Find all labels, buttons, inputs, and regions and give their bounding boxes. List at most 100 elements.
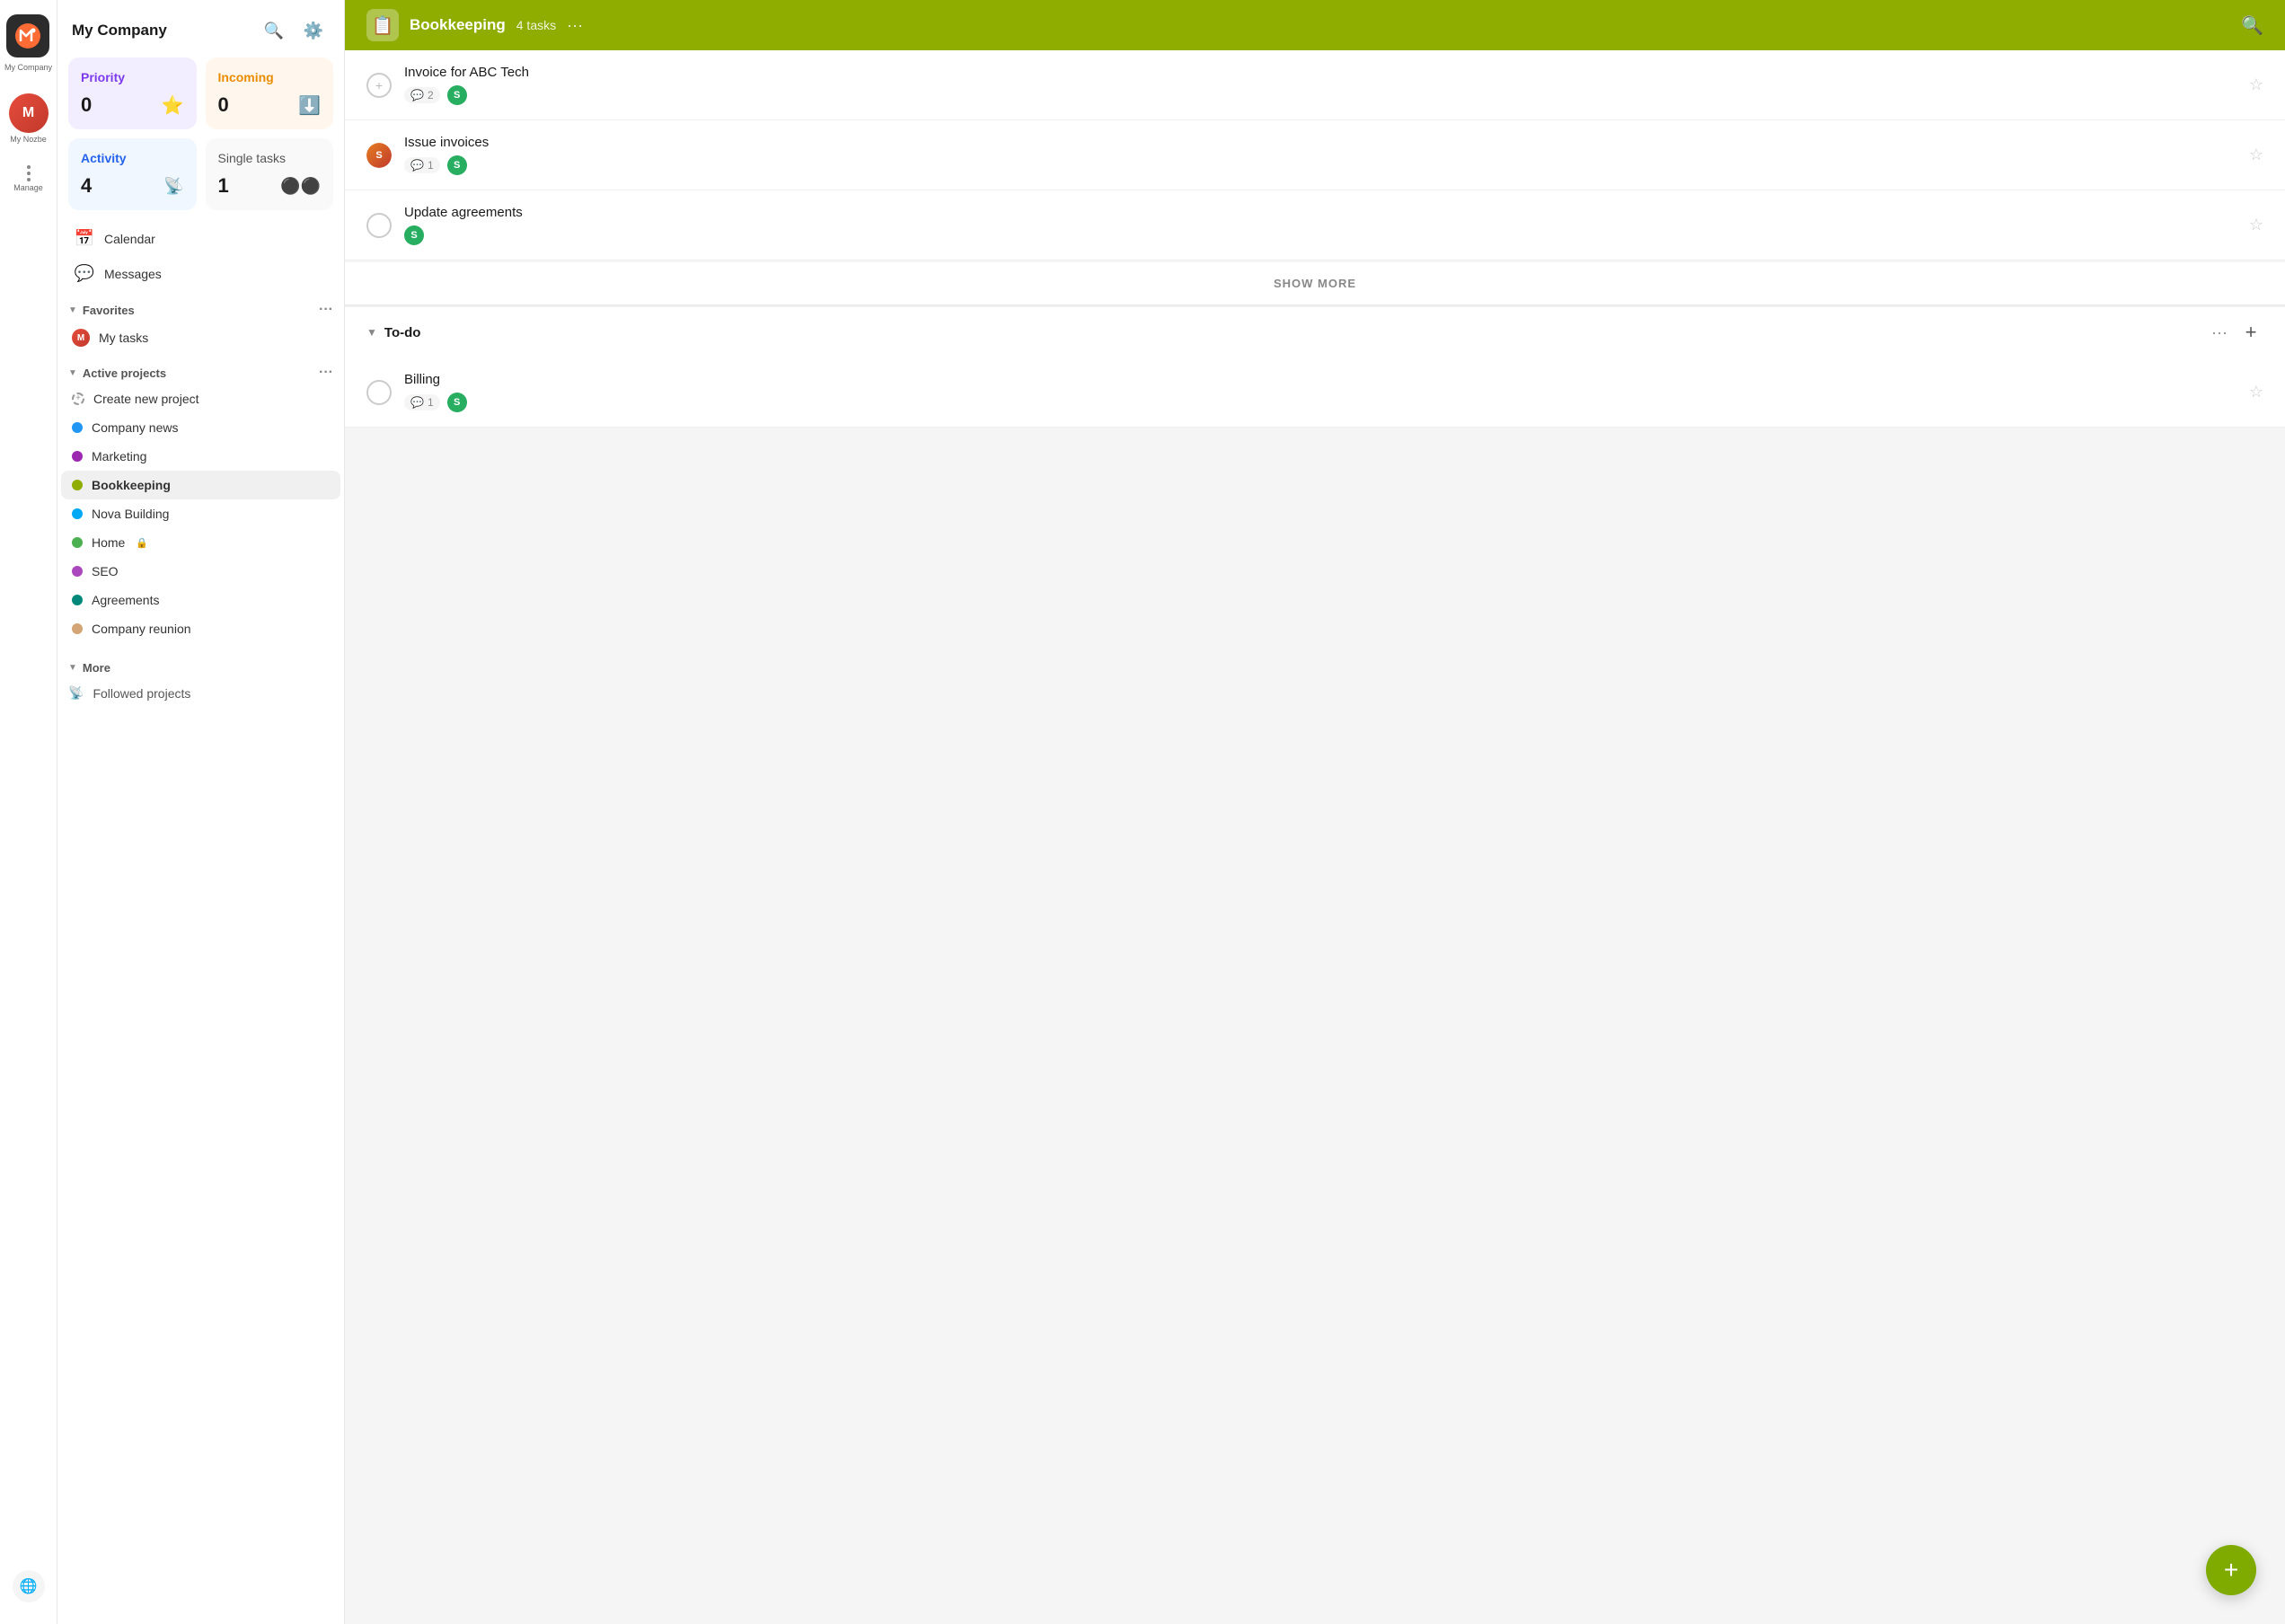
priority-card[interactable]: Priority 0 ⭐: [68, 57, 197, 129]
incoming-arrow-icon: ⬇️: [298, 94, 321, 117]
task-checkbox-3[interactable]: [366, 213, 392, 238]
marketing-label: Marketing: [92, 449, 146, 463]
project-title: Bookkeeping: [410, 16, 506, 34]
table-row[interactable]: Update agreements S ☆: [345, 190, 2285, 260]
todo-title: To-do: [384, 325, 2204, 340]
bookkeeping-item[interactable]: Bookkeeping: [61, 471, 340, 499]
agreements-dot: [72, 595, 83, 605]
comment-badge-billing: 💬 1: [404, 394, 440, 410]
activity-bottom: 4 📡: [81, 174, 184, 198]
task-checkbox-billing[interactable]: [366, 380, 392, 405]
followed-projects-item[interactable]: 📡 Followed projects: [57, 678, 344, 708]
task-meta-billing: 💬 1 S: [404, 393, 2236, 412]
task-checkbox-2[interactable]: S: [366, 143, 392, 168]
header-search-button[interactable]: 🔍: [2241, 14, 2263, 37]
task-meta-1: 💬 2 S: [404, 85, 2236, 105]
activity-single-row: Activity 4 📡 Single tasks 1 ⚫⚫: [57, 138, 344, 221]
activity-card[interactable]: Activity 4 📡: [68, 138, 197, 210]
task-checkbox-1[interactable]: +: [366, 73, 392, 98]
active-projects-collapse[interactable]: ▼: [68, 368, 77, 378]
incoming-card[interactable]: Incoming 0 ⬇️: [206, 57, 334, 129]
app-logo-label: My Company: [4, 63, 52, 72]
messages-nav-item[interactable]: 💬 Messages: [65, 256, 337, 291]
my-tasks-avatar: M: [72, 329, 90, 347]
comment-icon-1: 💬: [410, 89, 424, 102]
followed-projects-label: Followed projects: [93, 686, 190, 701]
todo-add-button[interactable]: +: [2238, 320, 2263, 345]
favorites-collapse-arrow[interactable]: ▼: [68, 305, 77, 315]
add-task-icon: +: [375, 78, 383, 93]
app-logo-item[interactable]: My Company: [4, 11, 52, 75]
single-tasks-count: 1: [218, 174, 229, 198]
todo-task-section: Billing 💬 1 S ☆: [345, 357, 2285, 428]
incoming-label: Incoming: [218, 70, 322, 84]
seo-label: SEO: [92, 564, 119, 578]
project-more-button[interactable]: ···: [567, 16, 583, 35]
manage-label: Manage: [13, 183, 43, 192]
home-lock-icon: 🔒: [136, 537, 148, 549]
seo-dot: [72, 566, 83, 577]
show-more-button[interactable]: SHOW MORE: [345, 262, 2285, 305]
favorites-section-header: ▼ Favorites ···: [57, 291, 344, 322]
comment-badge-2: 💬 1: [404, 157, 440, 173]
add-task-fab[interactable]: +: [2206, 1545, 2256, 1595]
company-news-label: Company news: [92, 420, 179, 435]
star-button-2[interactable]: ☆: [2249, 146, 2263, 164]
app-logo: [6, 14, 49, 57]
my-nozbe-item[interactable]: M My Nozbe: [9, 90, 49, 147]
agreements-item[interactable]: Agreements: [61, 586, 340, 614]
bookkeeping-dot: [72, 480, 83, 490]
active-projects-more-button[interactable]: ···: [319, 365, 333, 381]
priority-label: Priority: [81, 70, 184, 84]
star-button-billing[interactable]: ☆: [2249, 383, 2263, 402]
single-tasks-card[interactable]: Single tasks 1 ⚫⚫: [206, 138, 334, 210]
table-row[interactable]: Billing 💬 1 S ☆: [345, 357, 2285, 428]
incoming-bottom: 0 ⬇️: [218, 93, 322, 117]
todo-more-button[interactable]: ···: [2211, 323, 2228, 342]
star-button-3[interactable]: ☆: [2249, 216, 2263, 234]
my-tasks-label: My tasks: [99, 331, 148, 345]
table-row[interactable]: S Issue invoices 💬 1 S ☆: [345, 120, 2285, 190]
comment-badge-1: 💬 2: [404, 87, 440, 103]
single-tasks-label: Single tasks: [218, 151, 322, 165]
comment-count-2: 1: [428, 159, 434, 172]
comment-count-billing: 1: [428, 396, 434, 409]
project-logo: 📋: [366, 9, 399, 41]
search-button[interactable]: 🔍: [258, 14, 290, 47]
favorites-label: Favorites: [83, 304, 135, 317]
star-button-1[interactable]: ☆: [2249, 75, 2263, 94]
create-project-item[interactable]: + Create new project: [61, 384, 340, 413]
manage-dots-icon: [27, 165, 31, 181]
calendar-nav-item[interactable]: 📅 Calendar: [65, 221, 337, 256]
todo-collapse-arrow[interactable]: ▼: [366, 326, 377, 339]
agreements-label: Agreements: [92, 593, 159, 607]
my-tasks-item[interactable]: M My tasks: [61, 322, 340, 354]
nova-building-item[interactable]: Nova Building: [61, 499, 340, 528]
home-item[interactable]: Home 🔒: [61, 528, 340, 557]
settings-button[interactable]: ⚙️: [297, 14, 330, 47]
task-title-2: Issue invoices: [404, 135, 2236, 150]
assignee-badge-3: S: [404, 225, 424, 245]
calendar-label: Calendar: [104, 232, 155, 246]
nova-building-label: Nova Building: [92, 507, 169, 521]
task-content-billing: Billing 💬 1 S: [404, 372, 2236, 412]
marketing-item[interactable]: Marketing: [61, 442, 340, 471]
table-row[interactable]: + Invoice for ABC Tech 💬 2 S ☆: [345, 50, 2285, 120]
company-news-item[interactable]: Company news: [61, 413, 340, 442]
favorites-more-button[interactable]: ···: [319, 302, 333, 318]
user-avatar: M: [9, 93, 49, 133]
more-label: More: [83, 661, 110, 675]
priority-incoming-row: Priority 0 ⭐ Incoming 0 ⬇️: [57, 57, 344, 138]
calendar-icon: 📅: [74, 229, 95, 248]
seo-item[interactable]: SEO: [61, 557, 340, 586]
more-collapse-arrow[interactable]: ▼: [68, 663, 77, 673]
messages-icon: 💬: [74, 264, 95, 283]
company-reunion-item[interactable]: Company reunion: [61, 614, 340, 643]
marketing-dot: [72, 451, 83, 462]
home-label: Home: [92, 535, 125, 550]
globe-icon[interactable]: 🌐: [13, 1570, 45, 1602]
manage-item[interactable]: Manage: [13, 162, 43, 196]
sidebar-header-icons: 🔍 ⚙️: [258, 14, 330, 47]
task-title-3: Update agreements: [404, 205, 2236, 220]
activity-label: Activity: [81, 151, 184, 165]
